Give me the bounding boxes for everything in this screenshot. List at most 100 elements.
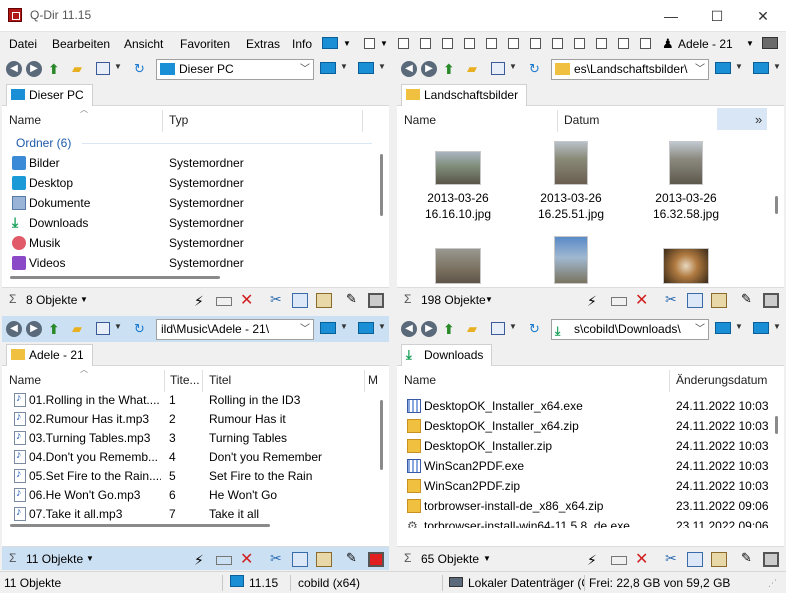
- list-item[interactable]: Dokumente Systemordner: [2, 193, 389, 213]
- thumbnail-image[interactable]: [663, 248, 709, 284]
- chevron-down-icon[interactable]: ▼: [343, 39, 351, 48]
- chevron-down-icon[interactable]: ﹀: [695, 320, 705, 339]
- printer-icon[interactable]: [762, 37, 778, 49]
- list-item[interactable]: Bilder Systemordner: [2, 153, 389, 173]
- up-arrow-icon[interactable]: ⬆: [443, 61, 459, 77]
- chevron-down-icon[interactable]: ▼: [773, 62, 781, 71]
- layout-quad-icon[interactable]: [364, 38, 375, 49]
- list-item[interactable]: ⤓ Downloads Systemordner: [2, 213, 389, 233]
- chevron-down-icon[interactable]: ▼: [114, 322, 122, 331]
- column-separator[interactable]: [669, 370, 670, 392]
- address-bar[interactable]: ⤓ s\cobild\Downloads\ ﹀: [551, 319, 709, 340]
- refresh-icon[interactable]: ↻: [529, 321, 545, 337]
- back-icon[interactable]: ◀: [6, 321, 22, 337]
- edit-pen-icon[interactable]: ✎: [741, 550, 757, 565]
- rename-icon[interactable]: [611, 297, 627, 306]
- vertical-scrollbar[interactable]: [775, 196, 778, 214]
- chevron-down-icon[interactable]: ▼: [378, 322, 386, 331]
- column-date[interactable]: Datum: [564, 113, 599, 127]
- select-icon[interactable]: [368, 552, 384, 567]
- refresh-icon[interactable]: ↻: [134, 61, 150, 77]
- list-item[interactable]: Musik Systemordner: [2, 233, 389, 253]
- chevron-down-icon[interactable]: ▼: [340, 322, 348, 331]
- layout-icon-11[interactable]: [618, 38, 629, 49]
- horizontal-scrollbar[interactable]: [10, 276, 220, 279]
- layout-icon-7[interactable]: [530, 38, 541, 49]
- rename-icon[interactable]: [216, 556, 232, 565]
- copy-icon[interactable]: [687, 552, 703, 567]
- back-icon[interactable]: ◀: [401, 321, 417, 337]
- more-columns-chevron[interactable]: »: [755, 112, 762, 127]
- table-row[interactable]: ⚙ torbrowser-install-win64-11.5.8_de.exe…: [397, 516, 784, 528]
- minimize-button[interactable]: —: [648, 0, 694, 32]
- table-row[interactable]: WinScan2PDF.zip 24.11.2022 10:03: [397, 476, 784, 496]
- table-row[interactable]: 06.He Won't Go.mp3 6 He Won't Go: [2, 485, 389, 505]
- monitor-icon[interactable]: [715, 322, 731, 334]
- lightning-icon[interactable]: ⚡: [587, 293, 603, 309]
- address-bar[interactable]: ild\Music\Adele - 21\ ﹀: [156, 319, 314, 340]
- chevron-down-icon[interactable]: ▼: [483, 554, 491, 563]
- column-track[interactable]: Tite...: [170, 373, 200, 387]
- folder-new-icon[interactable]: ▰: [72, 321, 88, 337]
- profile-label[interactable]: Adele - 21: [678, 37, 733, 51]
- up-arrow-icon[interactable]: ⬆: [48, 321, 64, 337]
- chevron-down-icon[interactable]: ▼: [86, 554, 94, 563]
- column-separator[interactable]: [557, 110, 558, 132]
- tab-adele-21[interactable]: Adele - 21: [6, 344, 93, 366]
- vertical-scrollbar[interactable]: [380, 154, 383, 216]
- layout-icon-3[interactable]: [442, 38, 453, 49]
- thumbnail-caption[interactable]: 2013-03-26 16.32.58.jpg: [636, 190, 736, 222]
- thumbnail-image[interactable]: [554, 236, 588, 284]
- table-row[interactable]: 03.Turning Tables.mp3 3 Turning Tables: [2, 428, 389, 448]
- menu-extras[interactable]: Extras: [246, 37, 280, 51]
- chevron-down-icon[interactable]: ▼: [509, 62, 517, 71]
- horizontal-scrollbar[interactable]: [10, 524, 270, 527]
- delete-icon[interactable]: ✕: [240, 290, 256, 309]
- column-separator[interactable]: [162, 110, 163, 132]
- vertical-scrollbar[interactable]: [380, 400, 383, 470]
- chevron-down-icon[interactable]: ▼: [746, 39, 754, 48]
- monitor-icon[interactable]: [320, 322, 336, 334]
- delete-icon[interactable]: ✕: [240, 549, 256, 568]
- layout-icon-2[interactable]: [420, 38, 431, 49]
- address-bar[interactable]: Dieser PC ﹀: [156, 59, 314, 80]
- address-bar[interactable]: es\Landschaftsbilder\ ﹀: [551, 59, 709, 80]
- select-icon[interactable]: [763, 552, 779, 567]
- layout-icon-9[interactable]: [574, 38, 585, 49]
- copy-icon[interactable]: [292, 293, 308, 308]
- close-button[interactable]: ✕: [740, 0, 786, 32]
- edit-pen-icon[interactable]: ✎: [346, 550, 362, 565]
- column-date[interactable]: Änderungsdatum: [676, 373, 767, 387]
- monitor-icon[interactable]: [358, 322, 374, 334]
- menu-datei[interactable]: Datei: [9, 37, 37, 51]
- copy-icon[interactable]: [687, 293, 703, 308]
- rename-icon[interactable]: [216, 297, 232, 306]
- thumbnail-image[interactable]: [669, 141, 703, 185]
- rename-icon[interactable]: [611, 556, 627, 565]
- maximize-button[interactable]: ☐: [694, 0, 740, 32]
- edit-pen-icon[interactable]: ✎: [741, 291, 757, 306]
- view-grid-icon[interactable]: [96, 322, 110, 335]
- edit-pen-icon[interactable]: ✎: [346, 291, 362, 306]
- column-name[interactable]: Name: [9, 113, 41, 127]
- view-grid-icon[interactable]: [96, 62, 110, 75]
- chevron-down-icon[interactable]: ▼: [378, 62, 386, 71]
- folder-new-icon[interactable]: ▰: [467, 61, 483, 77]
- chevron-down-icon[interactable]: ﹀: [695, 60, 705, 79]
- view-grid-icon[interactable]: [491, 62, 505, 75]
- cut-icon[interactable]: ✂: [665, 550, 681, 566]
- layout-icon-1[interactable]: [398, 38, 409, 49]
- column-name[interactable]: Name: [9, 373, 41, 387]
- chevron-down-icon[interactable]: ▼: [380, 39, 388, 48]
- thumbnail-caption[interactable]: 2013-03-26 16.25.51.jpg: [521, 190, 621, 222]
- paste-icon[interactable]: [711, 293, 727, 308]
- column-type[interactable]: Typ: [169, 113, 188, 127]
- table-row[interactable]: 05.Set Fire to the Rain.... 5 Set Fire t…: [2, 466, 389, 486]
- resize-grip-icon[interactable]: ⋰: [768, 578, 777, 589]
- thumbnail-image[interactable]: [435, 151, 481, 185]
- forward-icon[interactable]: ▶: [26, 61, 42, 77]
- folder-new-icon[interactable]: ▰: [467, 321, 483, 337]
- monitor-icon[interactable]: [753, 322, 769, 334]
- cut-icon[interactable]: ✂: [665, 291, 681, 307]
- thumbnail-caption[interactable]: 2013-03-26 16.16.10.jpg: [408, 190, 508, 222]
